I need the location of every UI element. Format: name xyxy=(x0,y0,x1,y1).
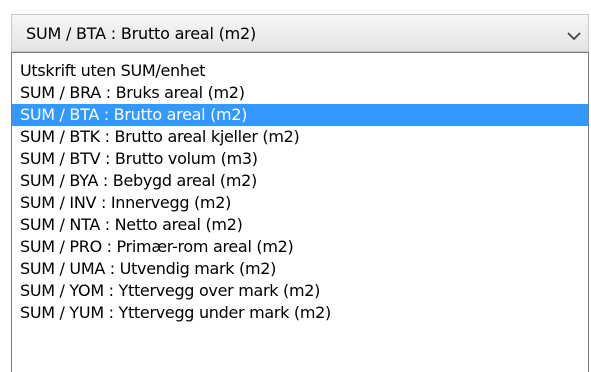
option-yom[interactable]: SUM / YOM : Yttervegg over mark (m2) xyxy=(12,280,588,302)
select-current-value: SUM / BTA : Brutto areal (m2) xyxy=(26,24,257,43)
summary-unit-select[interactable]: SUM / BTA : Brutto areal (m2) xyxy=(11,14,589,52)
option-btv[interactable]: SUM / BTV : Brutto volum (m3) xyxy=(12,148,588,170)
option-bra[interactable]: SUM / BRA : Bruks areal (m2) xyxy=(12,82,588,104)
options-list: Utskrift uten SUM/enhet SUM / BRA : Bruk… xyxy=(12,53,588,324)
option-btk[interactable]: SUM / BTK : Brutto areal kjeller (m2) xyxy=(12,126,588,148)
chevron-down-icon[interactable] xyxy=(566,27,582,41)
option-inv[interactable]: SUM / INV : Innervegg (m2) xyxy=(12,192,588,214)
option-bta[interactable]: SUM / BTA : Brutto areal (m2) xyxy=(12,104,588,126)
option-uma[interactable]: SUM / UMA : Utvendig mark (m2) xyxy=(12,258,588,280)
option-bya[interactable]: SUM / BYA : Bebygd areal (m2) xyxy=(12,170,588,192)
option-nta[interactable]: SUM / NTA : Netto areal (m2) xyxy=(12,214,588,236)
option-pro[interactable]: SUM / PRO : Primær-rom areal (m2) xyxy=(12,236,588,258)
option-yum[interactable]: SUM / YUM : Yttervegg under mark (m2) xyxy=(12,302,588,324)
option-no-sum[interactable]: Utskrift uten SUM/enhet xyxy=(12,60,588,82)
select-dropdown-list: Utskrift uten SUM/enhet SUM / BRA : Bruk… xyxy=(11,52,589,372)
